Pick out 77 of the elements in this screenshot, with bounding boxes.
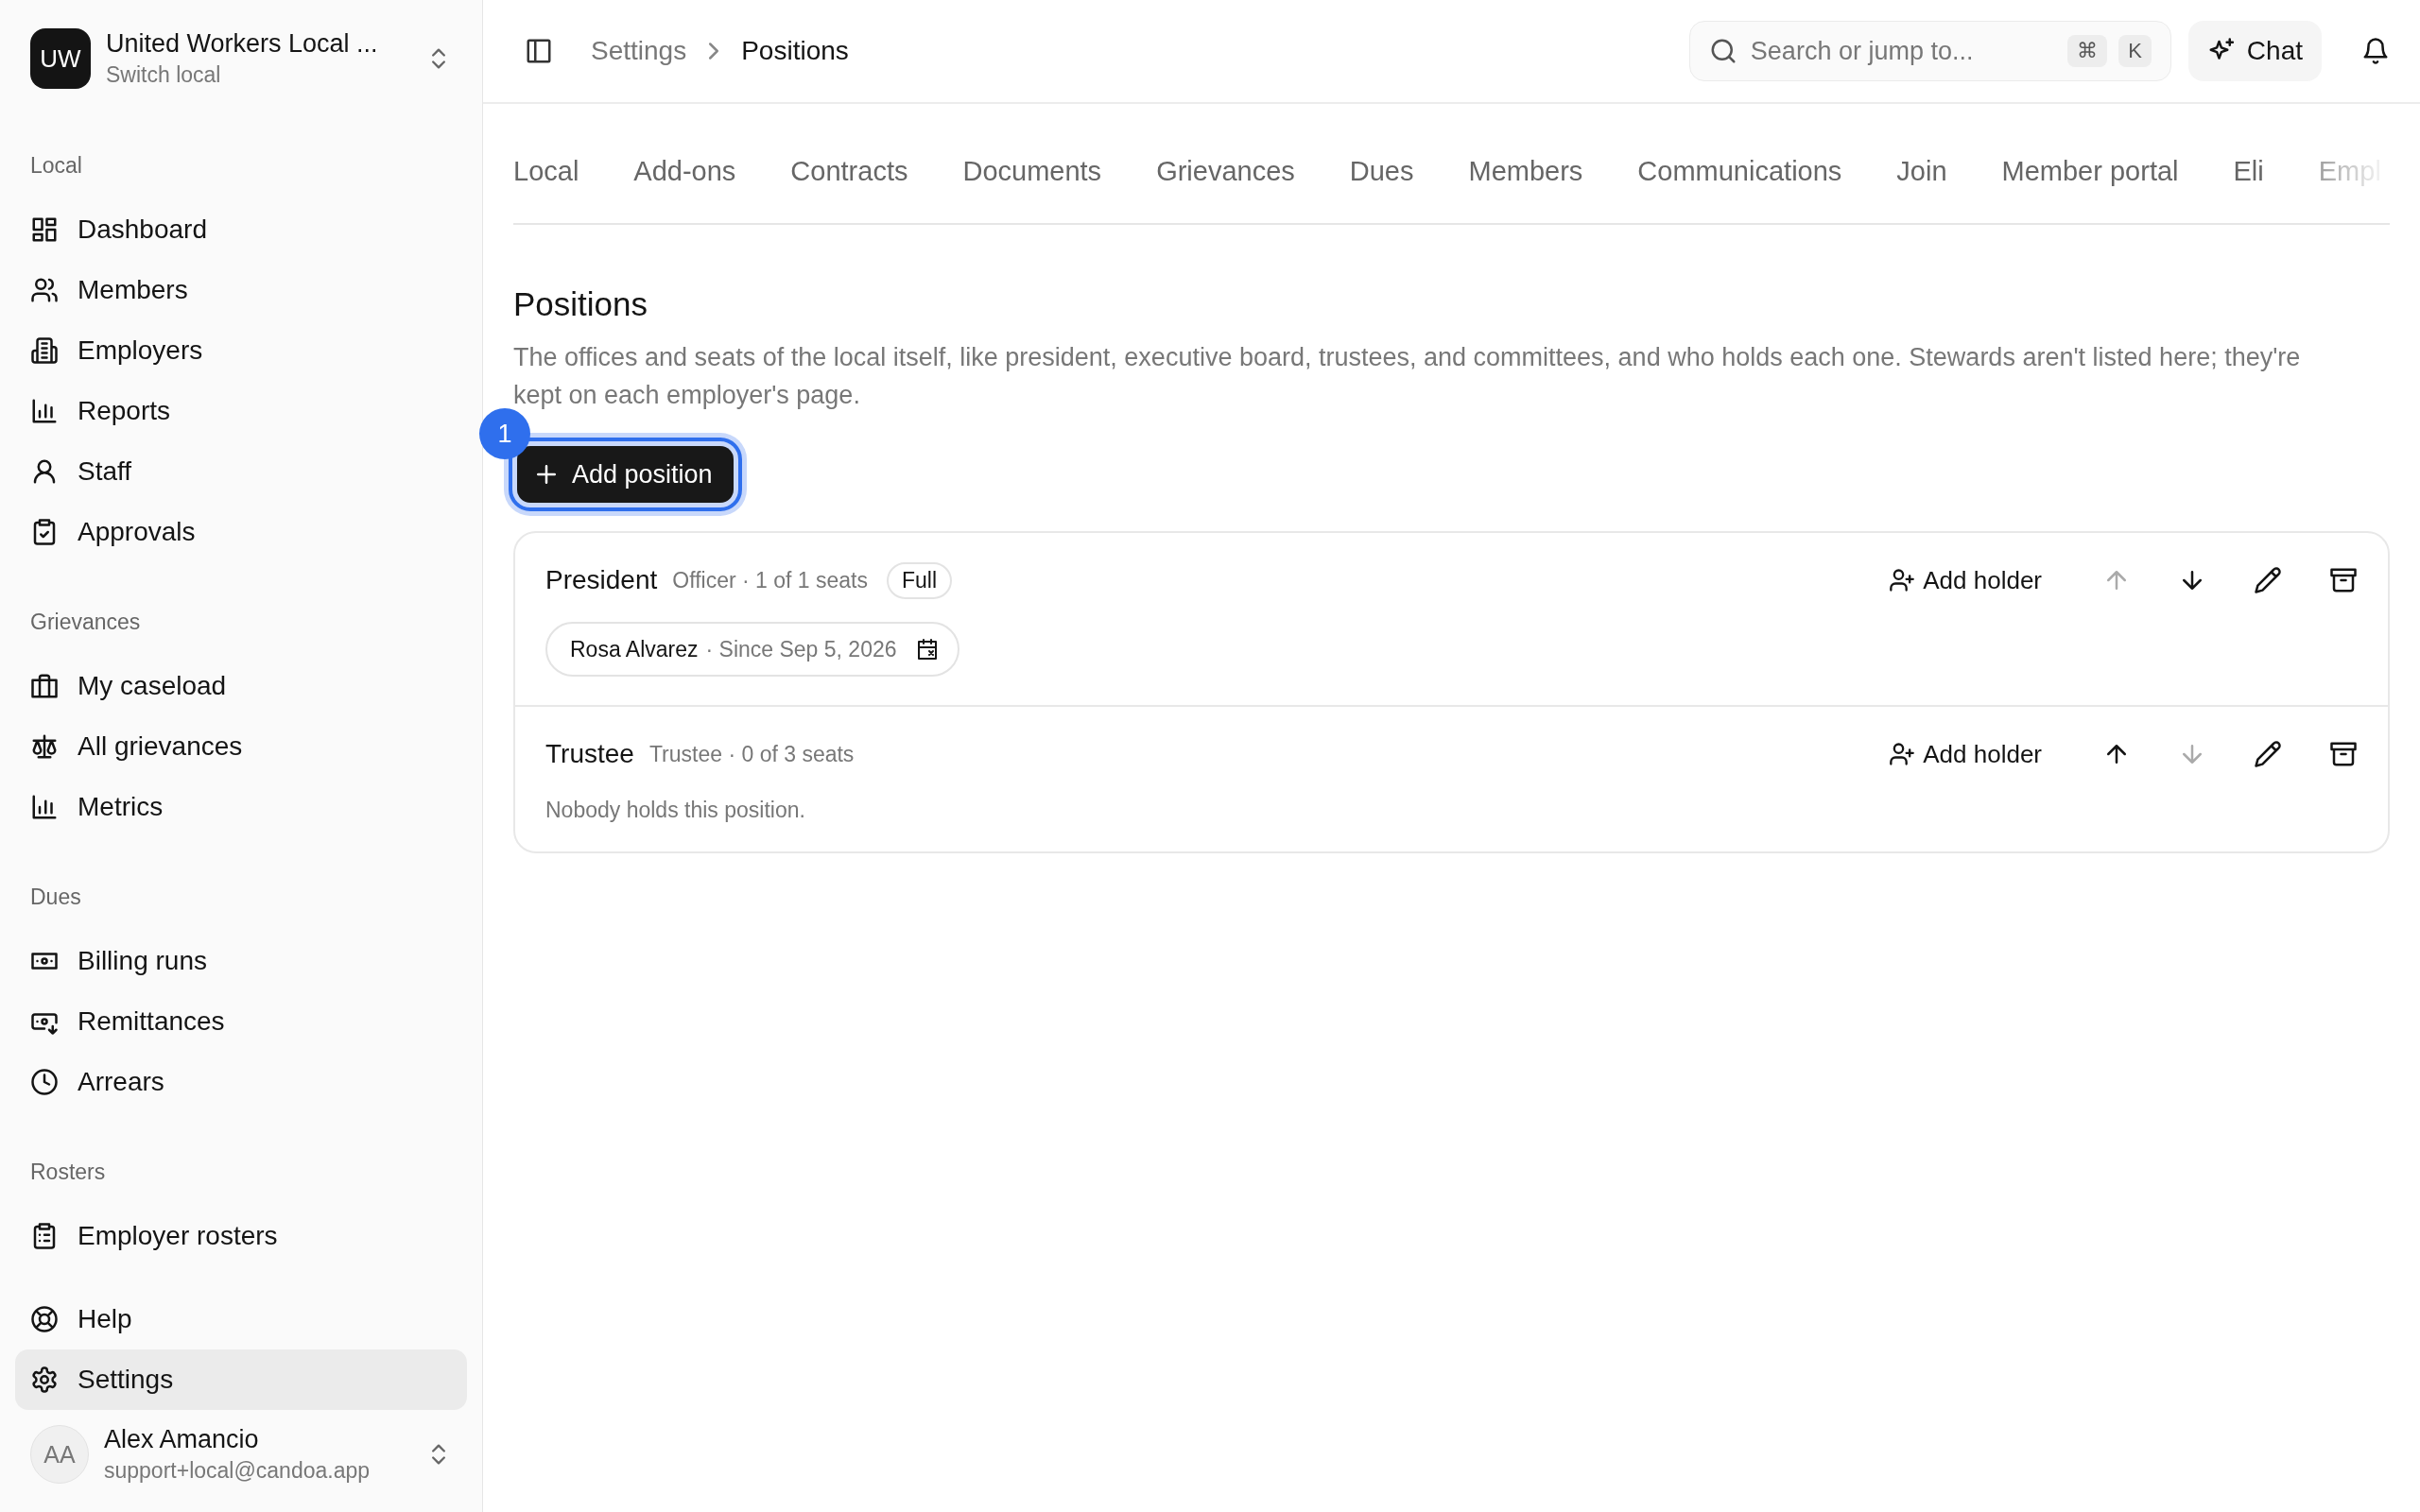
edit-pencil-icon[interactable] xyxy=(2254,566,2282,594)
shortcut-key: K xyxy=(2118,35,2152,67)
notifications-bell-icon[interactable] xyxy=(2361,37,2390,65)
settings-tab[interactable]: Add-ons xyxy=(633,155,736,187)
sidebar-toggle-icon[interactable] xyxy=(525,37,553,65)
settings-tab[interactable]: Contracts xyxy=(790,155,908,187)
archive-icon[interactable] xyxy=(2329,566,2358,594)
nav-item[interactable]: Approvals xyxy=(15,502,467,562)
bar-chart-icon xyxy=(30,793,59,821)
holder-since: · Since Sep 5, 2026 xyxy=(705,636,897,662)
breadcrumb-item: Positions xyxy=(741,36,849,66)
people-icon xyxy=(30,276,59,304)
user-avatar: AA xyxy=(30,1425,89,1484)
holder-name: Rosa Alvarez xyxy=(570,636,699,662)
briefcase-icon xyxy=(30,672,59,700)
edit-pencil-icon[interactable] xyxy=(2254,740,2282,768)
user-plus-icon xyxy=(1889,567,1916,593)
nav-item[interactable]: All grievances xyxy=(15,716,467,777)
nav-item[interactable]: Arrears xyxy=(15,1052,467,1112)
clock-icon xyxy=(30,1068,59,1096)
org-logo: UW xyxy=(30,28,91,89)
settings-tab[interactable]: Member portal xyxy=(2001,155,2179,187)
section-label: Rosters xyxy=(29,1160,107,1186)
page-description: The offices and seats of the local itself, like president, executive board, trustees, and committees, and who holds each one. Stewards aren't listed here; they're kept on each employer's page. xyxy=(513,342,2302,411)
user-email: support+local@candoa.app xyxy=(104,1458,372,1484)
nav-item[interactable]: My caseload xyxy=(15,656,467,716)
nav-item[interactable]: Employers xyxy=(15,320,467,381)
chat-button[interactable]: Chat xyxy=(2187,21,2322,81)
position-meta: Officer · 1 of 1 seats xyxy=(672,567,868,593)
nav-item[interactable]: Settings xyxy=(15,1349,467,1410)
status-badge: Full xyxy=(886,561,953,599)
nav-item[interactable]: Help xyxy=(15,1289,467,1349)
settings-tab[interactable]: Grievances xyxy=(1156,155,1295,187)
bar-chart-icon xyxy=(30,397,59,425)
calendar-x-icon[interactable] xyxy=(915,638,939,661)
user-plus-icon xyxy=(1889,741,1916,767)
search-input[interactable]: Search or jump to... xyxy=(1748,35,2057,67)
position-name: President xyxy=(545,565,658,595)
nav-item[interactable]: Metrics xyxy=(15,777,467,837)
add-holder-button[interactable]: Add holder xyxy=(1883,564,2048,596)
nav-item[interactable]: Staff xyxy=(15,441,467,502)
section-label: Dues xyxy=(29,885,82,911)
nav-item[interactable]: Employer rosters xyxy=(15,1206,467,1266)
settings-tab[interactable]: Eli xyxy=(2233,155,2264,187)
nav-item[interactable]: Members xyxy=(15,260,467,320)
nav-item[interactable]: Dashboard xyxy=(15,199,467,260)
lifebuoy-icon xyxy=(30,1305,59,1333)
settings-tab[interactable]: Documents xyxy=(962,155,1102,187)
chevron-right-icon xyxy=(709,43,719,60)
position-name: Trustee xyxy=(545,739,634,769)
user-menu[interactable]: AA Alex Amancio support+local@candoa.app xyxy=(15,1410,467,1484)
page-title: Positions xyxy=(513,285,649,323)
section-label: Local xyxy=(29,153,83,180)
empty-message: Nobody holds this position. xyxy=(545,798,806,823)
step-badge: 1 xyxy=(479,408,530,459)
settings-tab[interactable]: Dues xyxy=(1349,155,1414,187)
scale-icon xyxy=(30,732,59,761)
settings-tab[interactable]: Members xyxy=(1468,155,1583,187)
org-subtitle: Switch local xyxy=(106,62,222,88)
settings-tab[interactable]: Join xyxy=(1896,155,1947,187)
settings-tab[interactable]: Local xyxy=(513,155,579,187)
search-field[interactable]: Search or jump to... ⌘ K xyxy=(1688,21,2171,81)
nav-item[interactable]: Remittances xyxy=(15,991,467,1052)
add-holder-button[interactable]: Add holder xyxy=(1883,738,2048,770)
section-label: Grievances xyxy=(29,610,142,636)
settings-tab[interactable]: Communications xyxy=(1637,155,1842,187)
shortcut-key: ⌘ xyxy=(2067,35,2108,67)
org-name: United Workers Local ... xyxy=(106,29,379,59)
archive-icon[interactable] xyxy=(2329,740,2358,768)
dashboard-icon xyxy=(30,215,59,244)
nav-item[interactable]: Reports xyxy=(15,381,467,441)
breadcrumb-item[interactable]: Settings xyxy=(591,36,687,66)
user-name: Alex Amancio xyxy=(104,1425,260,1454)
building-icon xyxy=(30,336,59,365)
settings-icon xyxy=(30,1366,59,1394)
nav-item[interactable]: Billing runs xyxy=(15,931,467,991)
position-meta: Trustee · 0 of 3 seats xyxy=(648,741,855,767)
